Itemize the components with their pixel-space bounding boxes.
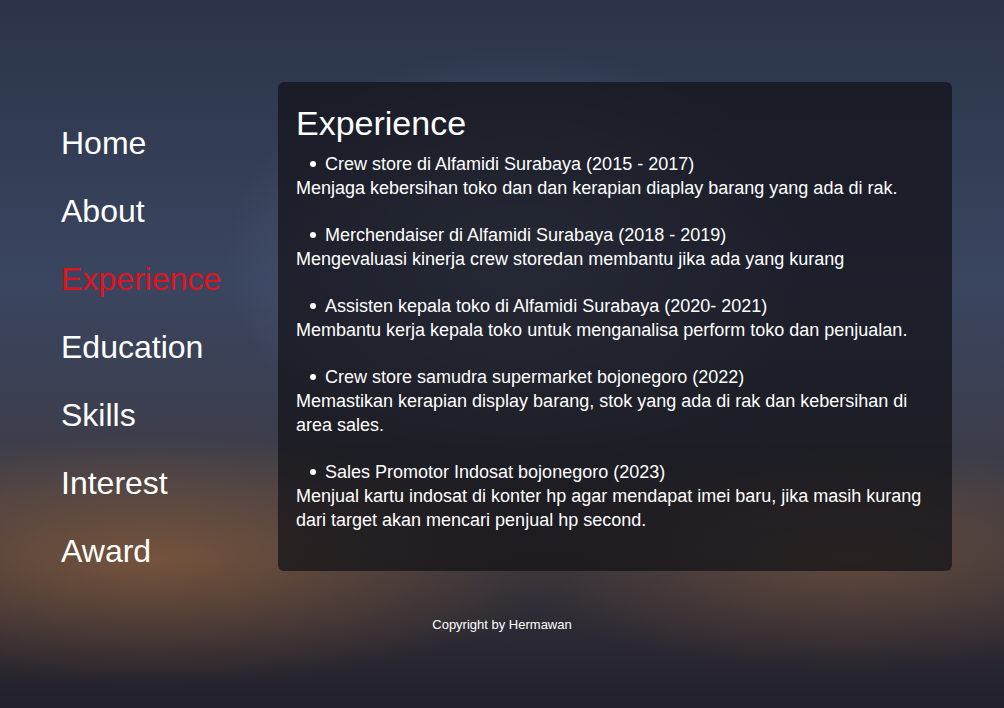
experience-item: Merchendaiser di Alfamidi Surabaya (2018…: [296, 223, 934, 271]
experience-description: Menjual kartu indosat di konter hp agar …: [296, 484, 934, 532]
experience-description: Menjaga kebersihan toko dan dan kerapian…: [296, 176, 934, 200]
experience-item: Assisten kepala toko di Alfamidi Surabay…: [296, 294, 934, 342]
bullet-icon: [310, 469, 316, 475]
nav-item[interactable]: Award: [61, 531, 278, 571]
experience-role: Crew store samudra supermarket bojonegor…: [296, 365, 934, 389]
nav-item[interactable]: Skills: [61, 395, 278, 435]
main: Home About Experience Education Skills Intere…: [0, 0, 1004, 571]
experience-panel: Experience Crew store di Alfamidi Surabay…: [278, 82, 952, 571]
background-photo: Home About Experience Education Skills Intere…: [0, 0, 1004, 708]
nav: Home About Experience Education Skills Intere…: [61, 0, 278, 571]
experience-description: Memastikan kerapian display barang, stok…: [296, 389, 934, 437]
experience-role: Assisten kepala toko di Alfamidi Surabay…: [296, 294, 934, 318]
panel-title: Experience: [296, 102, 934, 144]
experience-item: Crew store di Alfamidi Surabaya (2015 - …: [296, 152, 934, 200]
footer: Copyright by Hermawan: [0, 571, 1004, 654]
nav-item[interactable]: Interest: [61, 463, 278, 503]
nav-item[interactable]: Education: [61, 327, 278, 367]
experience-item: Sales Promotor Indosat bojonegoro (2023)…: [296, 460, 934, 532]
experience-item: Crew store samudra supermarket bojonegor…: [296, 365, 934, 437]
experience-description: Membantu kerja kepala toko untuk mengana…: [296, 318, 934, 342]
experience-role: Sales Promotor Indosat bojonegoro (2023): [296, 460, 934, 484]
bullet-icon: [310, 303, 316, 309]
bullet-icon: [310, 232, 316, 238]
bullet-icon: [310, 374, 316, 380]
nav-item[interactable]: About: [61, 191, 278, 231]
experience-description: Mengevaluasi kinerja crew storedan memba…: [296, 247, 934, 271]
nav-item[interactable]: Home: [61, 123, 278, 163]
experience-role: Merchendaiser di Alfamidi Surabaya (2018…: [296, 223, 934, 247]
nav-item[interactable]: Experience: [61, 259, 278, 299]
experience-role: Crew store di Alfamidi Surabaya (2015 - …: [296, 152, 934, 176]
bullet-icon: [310, 161, 316, 167]
